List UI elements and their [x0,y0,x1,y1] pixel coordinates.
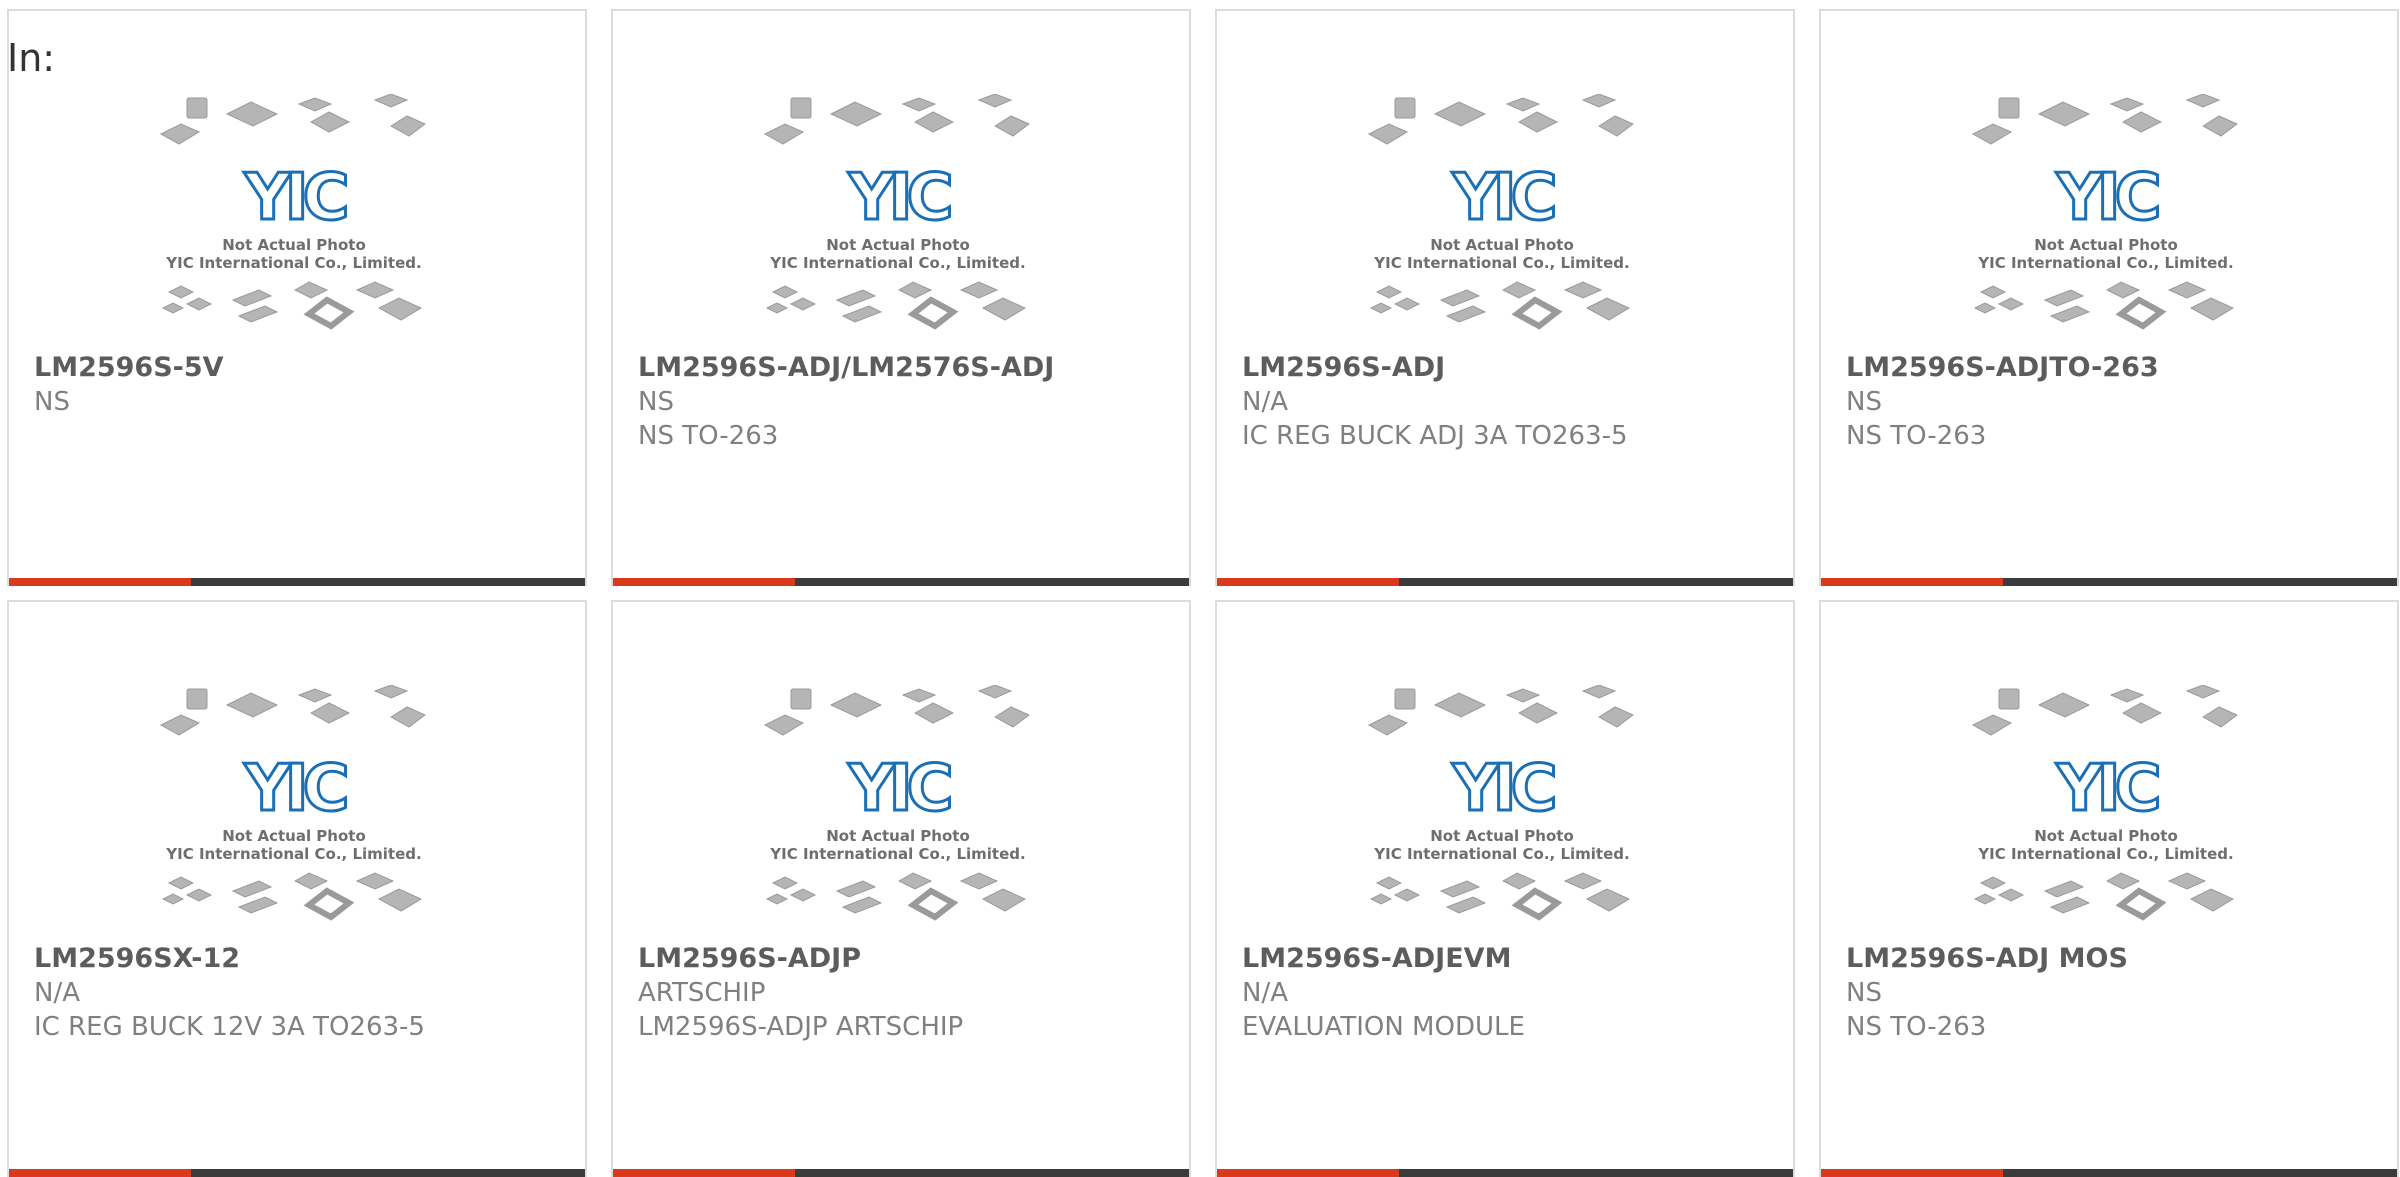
product-image: YIC Not Actual Photo YIC International C… [159,685,429,930]
product-info: LM2596S-ADJEVM N/A EVALUATION MODULE [1242,942,1783,1044]
placeholder-logo: YIC [243,752,345,826]
chip-packages-placeholder-icon: YIC Not Actual Photo YIC International C… [763,94,1030,330]
product-image: YIC Not Actual Photo YIC International C… [1367,685,1637,930]
description: NS TO-263 [1846,421,1987,451]
chip-packages-placeholder-icon: YIC Not Actual Photo YIC International C… [159,94,426,330]
placeholder-logo: YIC [847,752,949,826]
product-card[interactable]: YIC Not Actual Photo YIC International C… [1215,9,1795,586]
card-bottom-bar [1821,578,2397,586]
manufacturer: N/A [34,978,80,1008]
chip-packages-placeholder-icon: YIC Not Actual Photo YIC International C… [1367,685,1634,921]
manufacturer: ARTSCHIP [638,978,766,1008]
product-card[interactable]: YIC Not Actual Photo YIC International C… [1819,9,2399,586]
card-bottom-bar [9,578,585,586]
product-info: LM2596S-ADJ MOS NS NS TO-263 [1846,942,2387,1044]
placeholder-caption-line1: Not Actual Photo [826,827,970,845]
placeholder-caption-line2: YIC International Co., Limited. [1373,845,1629,863]
card-accent [1217,578,1399,586]
card-accent [613,1169,795,1177]
card-accent [1821,578,2003,586]
description: NS TO-263 [1846,1012,1987,1042]
manufacturer: NS [638,387,674,417]
part-number-link[interactable]: LM2596S-ADJP [638,942,1179,976]
placeholder-caption-line2: YIC International Co., Limited. [769,254,1025,272]
placeholder-caption-line2: YIC International Co., Limited. [1977,254,2233,272]
part-number-link[interactable]: LM2596S-ADJ/LM2576S-ADJ [638,351,1179,385]
placeholder-caption-line1: Not Actual Photo [222,827,366,845]
card-bottom-bar [1821,1169,2397,1177]
manufacturer: NS [1846,978,1882,1008]
part-number-link[interactable]: LM2596S-ADJ MOS [1846,942,2387,976]
card-bottom-bar [9,1169,585,1177]
page-label: In: [7,36,56,80]
manufacturer: NS [34,387,70,417]
part-number-link[interactable]: LM2596S-ADJTO-263 [1846,351,2387,385]
placeholder-logo: YIC [1451,161,1553,235]
placeholder-caption-line2: YIC International Co., Limited. [165,254,421,272]
product-image: YIC Not Actual Photo YIC International C… [1971,94,2241,339]
placeholder-caption-line2: YIC International Co., Limited. [769,845,1025,863]
description: LM2596S-ADJP ARTSCHIP [638,1012,964,1042]
part-number-link[interactable]: LM2596SX-12 [34,942,575,976]
product-info: LM2596S-5V NS [34,351,575,419]
card-accent [613,578,795,586]
product-info: LM2596S-ADJ/LM2576S-ADJ NS NS TO-263 [638,351,1179,453]
card-bottom-bar [613,1169,1189,1177]
description: EVALUATION MODULE [1242,1012,1525,1042]
chip-packages-placeholder-icon: YIC Not Actual Photo YIC International C… [1971,94,2238,330]
placeholder-logo: YIC [2055,161,2157,235]
product-card[interactable]: YIC Not Actual Photo YIC International C… [611,600,1191,1177]
product-card[interactable]: YIC Not Actual Photo YIC International C… [611,9,1191,586]
placeholder-caption-line2: YIC International Co., Limited. [1977,845,2233,863]
placeholder-logo: YIC [2055,752,2157,826]
product-card[interactable]: YIC Not Actual Photo YIC International C… [1819,600,2399,1177]
card-accent [1821,1169,2003,1177]
card-accent [9,1169,191,1177]
product-info: LM2596SX-12 N/A IC REG BUCK 12V 3A TO263… [34,942,575,1044]
card-bottom-bar [1217,1169,1793,1177]
card-bottom-bar [1217,578,1793,586]
placeholder-caption-line1: Not Actual Photo [222,236,366,254]
placeholder-logo: YIC [1451,752,1553,826]
product-grid: YIC Not Actual Photo YIC International C… [7,9,2399,1177]
product-info: LM2596S-ADJP ARTSCHIP LM2596S-ADJP ARTSC… [638,942,1179,1044]
product-image: YIC Not Actual Photo YIC International C… [763,94,1033,339]
placeholder-logo: YIC [243,161,345,235]
placeholder-caption-line1: Not Actual Photo [1430,236,1574,254]
product-info: LM2596S-ADJTO-263 NS NS TO-263 [1846,351,2387,453]
placeholder-caption-line1: Not Actual Photo [1430,827,1574,845]
product-info: LM2596S-ADJ N/A IC REG BUCK ADJ 3A TO263… [1242,351,1783,453]
product-image: YIC Not Actual Photo YIC International C… [763,685,1033,930]
description: IC REG BUCK 12V 3A TO263-5 [34,1012,425,1042]
part-number-link[interactable]: LM2596S-ADJEVM [1242,942,1783,976]
placeholder-caption-line2: YIC International Co., Limited. [165,845,421,863]
product-card[interactable]: YIC Not Actual Photo YIC International C… [7,9,587,586]
description: NS TO-263 [638,421,779,451]
description: IC REG BUCK ADJ 3A TO263-5 [1242,421,1628,451]
product-card[interactable]: YIC Not Actual Photo YIC International C… [1215,600,1795,1177]
part-number-link[interactable]: LM2596S-ADJ [1242,351,1783,385]
manufacturer: NS [1846,387,1882,417]
product-image: YIC Not Actual Photo YIC International C… [1367,94,1637,339]
product-image: YIC Not Actual Photo YIC International C… [159,94,429,339]
chip-packages-placeholder-icon: YIC Not Actual Photo YIC International C… [159,685,426,921]
chip-packages-placeholder-icon: YIC Not Actual Photo YIC International C… [1971,685,2238,921]
placeholder-logo: YIC [847,161,949,235]
manufacturer: N/A [1242,387,1288,417]
placeholder-caption-line2: YIC International Co., Limited. [1373,254,1629,272]
placeholder-caption-line1: Not Actual Photo [826,236,970,254]
card-bottom-bar [613,578,1189,586]
manufacturer: N/A [1242,978,1288,1008]
card-accent [9,578,191,586]
part-number-link[interactable]: LM2596S-5V [34,351,575,385]
card-accent [1217,1169,1399,1177]
chip-packages-placeholder-icon: YIC Not Actual Photo YIC International C… [1367,94,1634,330]
chip-packages-placeholder-icon: YIC Not Actual Photo YIC International C… [763,685,1030,921]
product-image: YIC Not Actual Photo YIC International C… [1971,685,2241,930]
placeholder-caption-line1: Not Actual Photo [2034,827,2178,845]
product-card[interactable]: YIC Not Actual Photo YIC International C… [7,600,587,1177]
placeholder-caption-line1: Not Actual Photo [2034,236,2178,254]
